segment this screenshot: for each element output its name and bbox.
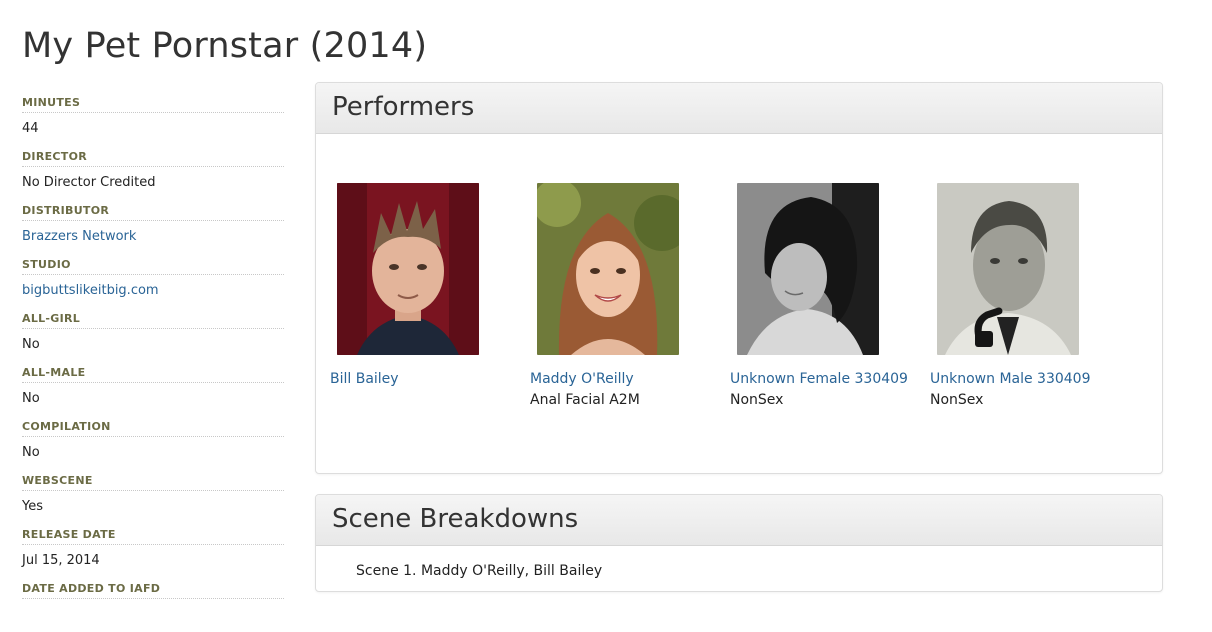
info-value: No xyxy=(22,445,40,460)
performer-name-link[interactable]: Maddy O'Reilly xyxy=(530,371,720,387)
info-value: No xyxy=(22,391,40,406)
movie-info-sidebar: Minutes 44 Director No Director Credited… xyxy=(22,92,284,632)
performer-card: Maddy O'Reilly Anal Facial A2M xyxy=(530,183,720,408)
performer-headshot-image[interactable] xyxy=(737,183,879,355)
info-value: Yes xyxy=(22,499,43,514)
performer-headshot-image[interactable] xyxy=(937,183,1079,355)
performer-name-link[interactable]: Unknown Female 330409 xyxy=(730,371,920,387)
info-all-male: All-Male No xyxy=(22,362,284,416)
info-distributor: Distributor Brazzers Network xyxy=(22,200,284,254)
performer-tags: Anal Facial A2M xyxy=(530,392,640,408)
info-label: Release Date xyxy=(22,528,284,545)
performer-card: Unknown Male 330409 NonSex xyxy=(930,183,1120,408)
performer-tags: NonSex xyxy=(730,392,784,408)
info-label: Minutes xyxy=(22,96,284,113)
performers-heading: Performers xyxy=(332,92,475,122)
scene-breakdowns-heading: Scene Breakdowns xyxy=(332,504,579,534)
info-value: No xyxy=(22,337,40,352)
info-label: Compilation xyxy=(22,420,284,437)
info-label: All-Girl xyxy=(22,312,284,329)
page-title: My Pet Pornstar (2014) xyxy=(22,26,428,66)
performer-card: Unknown Female 330409 NonSex xyxy=(730,183,920,408)
distributor-link[interactable]: Brazzers Network xyxy=(22,229,136,244)
info-label: Distributor xyxy=(22,204,284,221)
info-value: 44 xyxy=(22,121,39,136)
performer-tags: NonSex xyxy=(930,392,984,408)
info-minutes: Minutes 44 xyxy=(22,92,284,146)
performer-name-link[interactable]: Unknown Male 330409 xyxy=(930,371,1120,387)
performer-card: Bill Bailey xyxy=(330,183,520,392)
studio-link[interactable]: bigbuttslikeitbig.com xyxy=(22,283,159,298)
info-value: No Director Credited xyxy=(22,175,156,190)
performer-headshot-image[interactable] xyxy=(337,183,479,355)
info-release-date: Release Date Jul 15, 2014 xyxy=(22,524,284,578)
info-all-girl: All-Girl No xyxy=(22,308,284,362)
info-label: Director xyxy=(22,150,284,167)
panel-heading: Scene Breakdowns xyxy=(316,495,1162,546)
performer-name-link[interactable]: Bill Bailey xyxy=(330,371,520,387)
scene-breakdowns-panel: Scene Breakdowns Scene 1. Maddy O'Reilly… xyxy=(315,494,1163,592)
info-date-added: Date Added to IAFD xyxy=(22,578,284,632)
info-label: Studio xyxy=(22,258,284,275)
info-value: Jul 15, 2014 xyxy=(22,553,100,568)
performer-headshot-image[interactable] xyxy=(537,183,679,355)
info-webscene: Webscene Yes xyxy=(22,470,284,524)
performers-panel: Performers Bill Bailey Maddy O'Reilly An… xyxy=(315,82,1163,474)
panel-heading: Performers xyxy=(316,83,1162,134)
scene-item: Scene 1. Maddy O'Reilly, Bill Bailey xyxy=(356,563,603,579)
info-label: All-Male xyxy=(22,366,284,383)
info-director: Director No Director Credited xyxy=(22,146,284,200)
info-compilation: Compilation No xyxy=(22,416,284,470)
info-studio: Studio bigbuttslikeitbig.com xyxy=(22,254,284,308)
info-label: Date Added to IAFD xyxy=(22,582,284,599)
info-label: Webscene xyxy=(22,474,284,491)
